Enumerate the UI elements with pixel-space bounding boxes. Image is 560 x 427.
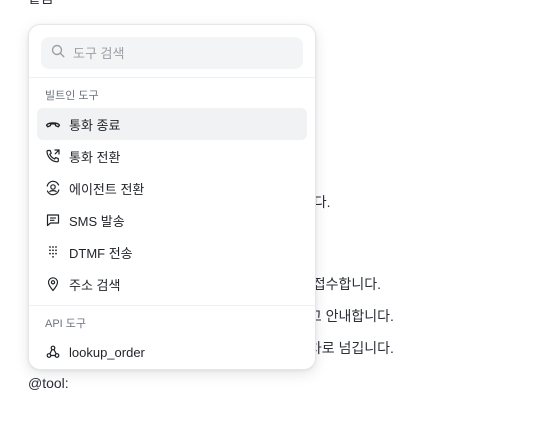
tool-item-label: DTMF 전송 [69,245,133,261]
tool-item-label: SMS 발송 [69,213,125,229]
tool-item-lookup-order[interactable]: lookup_order [37,336,307,368]
agent-transfer-icon [45,180,61,196]
hang-up-icon [45,116,61,132]
webhook-icon [45,344,61,360]
tool-picker-popup: 빌트인 도구 통화 종료 통화 전환 에이전트 전환 SMS 발송 DTMF 전… [28,24,316,370]
tool-item-label: lookup_order [69,344,145,360]
tool-item-address-search[interactable]: 주소 검색 [37,268,307,300]
search-icon [51,44,65,63]
tool-search-box[interactable] [41,37,303,69]
tool-item-call-transfer[interactable]: 통화 전환 [37,140,307,172]
tool-item-dtmf[interactable]: DTMF 전송 [37,236,307,268]
section-label-builtin: 빌트인 도구 [45,90,99,102]
tool-item-label: 통화 종료 [69,117,121,133]
location-pin-icon [45,276,61,292]
tool-item-sms[interactable]: SMS 발송 [37,204,307,236]
tool-item-label: 주소 검색 [69,277,121,293]
phone-forward-icon [45,148,61,164]
section-label-api: API 도구 [45,318,87,330]
message-icon [45,212,61,228]
tool-item-end-call[interactable]: 통화 종료 [37,108,307,140]
tool-search-input[interactable] [71,44,275,62]
tool-item-agent-transfer[interactable]: 에이전트 전환 [37,172,307,204]
dialpad-icon [45,244,61,260]
editor-line-clipped: 같음 [28,0,54,7]
tool-search-area [29,25,315,78]
tool-item-label: 통화 전환 [69,149,121,165]
editor-current-input[interactable]: @tool: [28,374,69,392]
tool-item-label: 에이전트 전환 [69,181,145,197]
